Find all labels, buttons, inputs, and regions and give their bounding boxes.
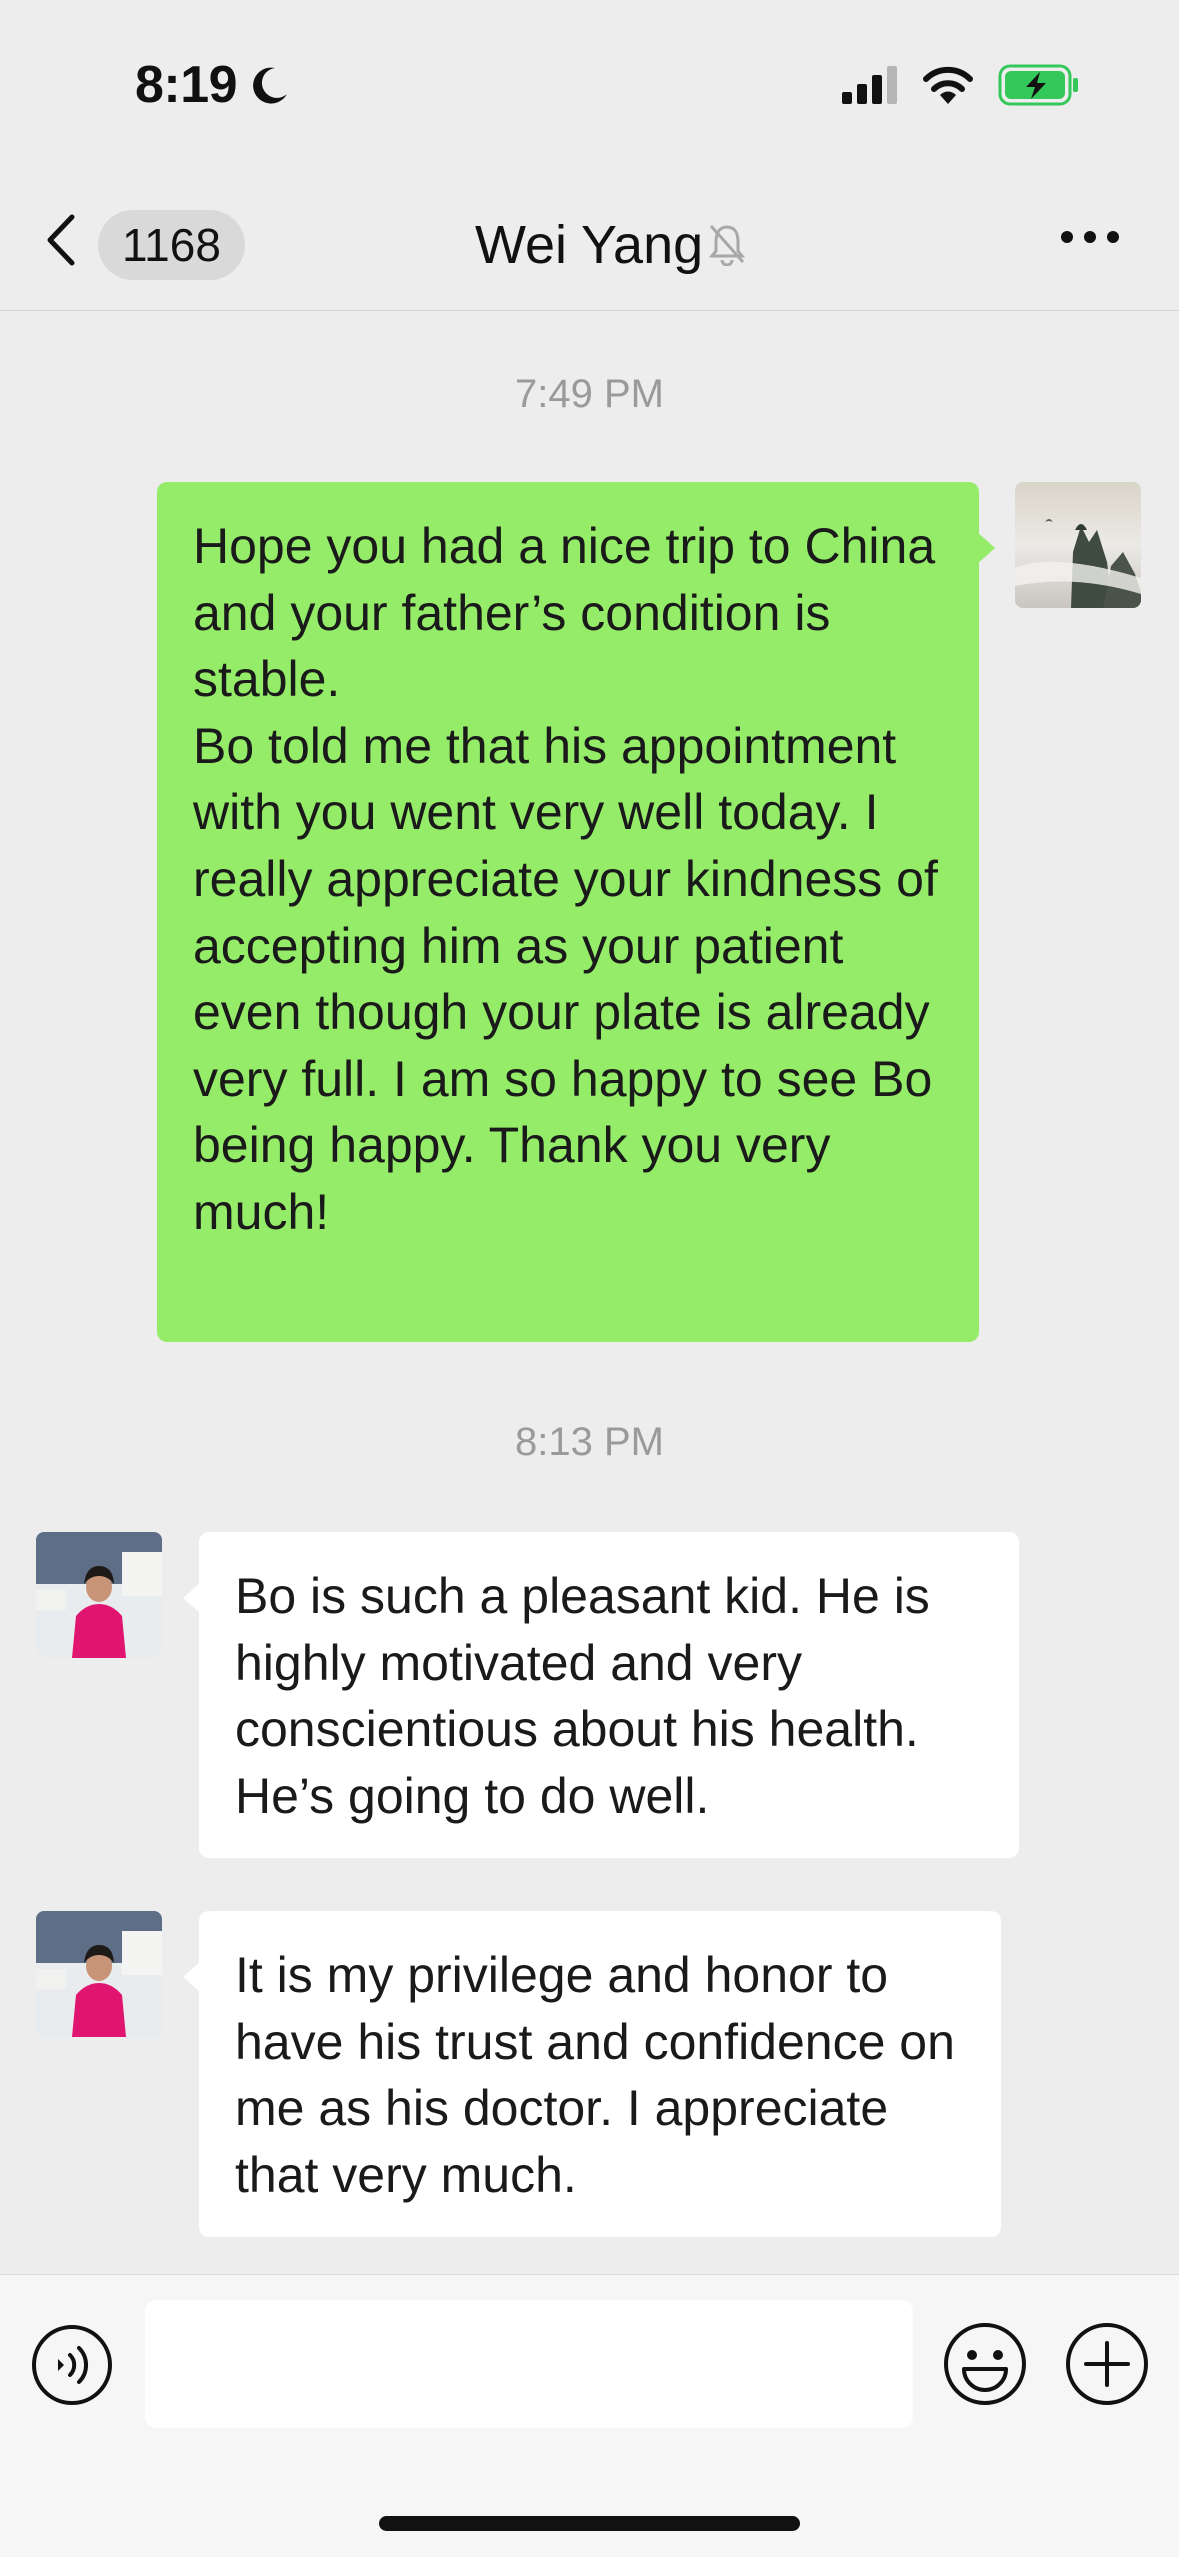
status-time: 8:19	[135, 56, 238, 114]
battery-charging-icon	[998, 64, 1078, 106]
message-text: It is my privilege and honor to have his…	[235, 1947, 969, 2203]
outgoing-message-bubble[interactable]: Hope you had a nice trip to China and yo…	[157, 482, 995, 1342]
plus-circle-icon[interactable]	[1064, 2321, 1150, 2407]
voice-icon[interactable]	[30, 2323, 114, 2407]
message-timestamp: 8:13 PM	[515, 1420, 664, 1464]
ellipsis-icon[interactable]	[1060, 230, 1120, 244]
signal-icon	[842, 66, 897, 104]
my-avatar[interactable]	[1015, 482, 1141, 608]
emoji-icon[interactable]	[942, 2321, 1028, 2407]
message-timestamp: 7:49 PM	[515, 372, 664, 416]
status-bar: 8:19	[0, 0, 1179, 170]
chat-header: 1168 Wei Yang	[0, 170, 1179, 311]
message-input[interactable]	[145, 2300, 913, 2428]
contact-avatar[interactable]	[36, 1532, 162, 1658]
chevron-left-icon[interactable]	[42, 213, 82, 267]
wifi-icon	[923, 66, 973, 104]
contact-avatar[interactable]	[36, 1911, 162, 2037]
moon-icon	[253, 67, 287, 104]
bell-slash-icon	[708, 225, 746, 266]
message-text: Bo is such a pleasant kid. He is highly …	[235, 1568, 944, 1824]
incoming-message-bubble[interactable]: Bo is such a pleasant kid. He is highly …	[183, 1532, 1019, 1858]
home-indicator[interactable]	[379, 2516, 800, 2531]
chat-title[interactable]: Wei Yang	[475, 212, 703, 278]
message-text: Hope you had a nice trip to China and yo…	[193, 518, 938, 1240]
input-bar	[0, 2274, 1179, 2557]
incoming-message-bubble[interactable]: It is my privilege and honor to have his…	[183, 1911, 1001, 2237]
unread-count-badge[interactable]: 1168	[98, 210, 245, 280]
